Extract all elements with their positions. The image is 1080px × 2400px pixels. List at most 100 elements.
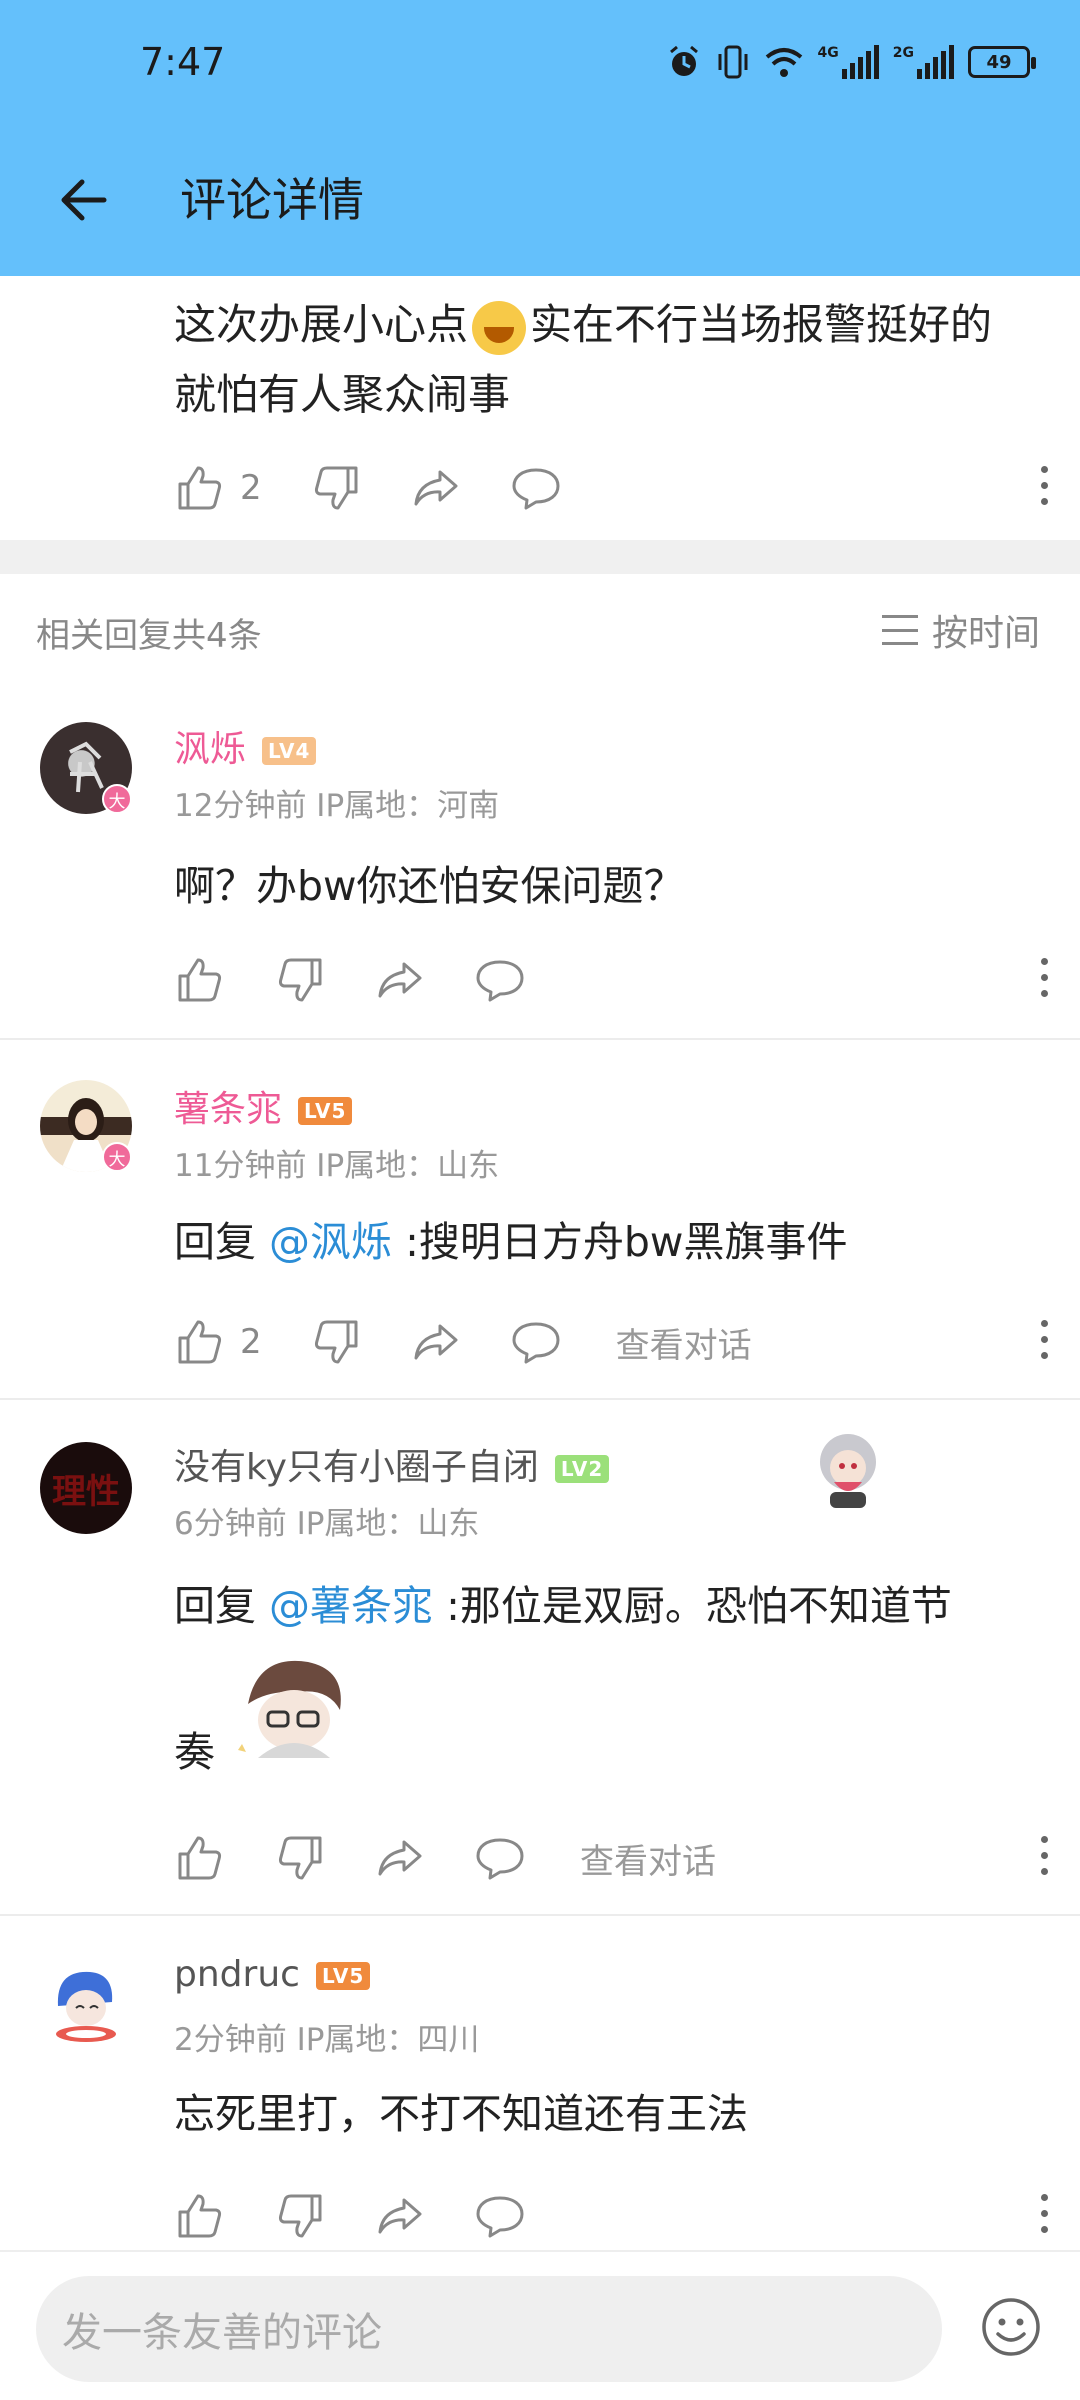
reply-text: 啊？办bw你还怕安保问题？: [174, 862, 685, 910]
reply-body-text-2: 奏: [174, 1728, 215, 1776]
vibrate-icon: [718, 45, 748, 79]
reply-body-text: :搜明日方舟bw黑旗事件: [392, 1218, 848, 1266]
like-icon: [178, 2194, 222, 2238]
reply-username[interactable]: 沨烁 LV4: [174, 720, 317, 772]
reply-item: 大 沨烁 LV4 12分钟前 IP属地：河南 啊？办bw你还怕安保问题？: [0, 686, 1080, 1040]
main-comment-text: 这次办展小心点 实在不行当场报警挺好的 就怕有人聚众闹事: [174, 290, 1044, 430]
comment-button[interactable]: [474, 1832, 526, 1884]
more-icon[interactable]: [1034, 1836, 1054, 1880]
more-icon[interactable]: [1034, 958, 1054, 1002]
sort-button[interactable]: 按时间: [881, 604, 1040, 656]
dislike-icon: [314, 466, 358, 510]
reply-count: 相关回复共4条: [36, 616, 262, 656]
like-button[interactable]: [174, 1832, 226, 1884]
like-icon: [178, 1320, 222, 1364]
app-bar: 评论详情: [0, 128, 1080, 276]
comment-icon: [512, 1322, 560, 1364]
reply-text: 回复 @薯条宨 :那位是双厨。恐怕不知道节: [174, 1568, 1044, 1644]
reply-item: pndruc LV5 2分钟前 IP属地：四川 忘死里打，不打不知道还有王法: [0, 1916, 1080, 2250]
dislike-button[interactable]: [274, 954, 326, 1006]
reply-username[interactable]: pndruc LV5: [174, 1954, 371, 1995]
avatar-text: 理性: [52, 1471, 120, 1512]
sort-label: 按时间: [931, 613, 1040, 654]
comment-icon: [512, 468, 560, 510]
back-arrow-icon[interactable]: [54, 170, 114, 230]
dislike-button[interactable]: [310, 1316, 362, 1368]
more-icon[interactable]: [1034, 466, 1054, 510]
share-icon: [378, 962, 422, 998]
mention-link[interactable]: @薯条宨: [269, 1582, 433, 1630]
avatar[interactable]: 理性: [40, 1442, 132, 1534]
reply-item: 大 薯条宨 LV5 11分钟前 IP属地：山东 回复 @沨烁 :搜明日方舟bw黑旗…: [0, 1040, 1080, 1400]
comment-icon: [476, 960, 524, 1002]
reply-item: 理性 没有ky只有小圈子自闭 LV2 6分钟前 IP属地：山东 回复 @薯条宨 :…: [0, 1400, 1080, 1916]
comment-input[interactable]: 发一条友善的评论: [36, 2276, 942, 2382]
level-badge: LV4: [262, 737, 317, 765]
dislike-button[interactable]: [310, 462, 362, 514]
dislike-icon: [278, 1836, 322, 1880]
level-badge: LV5: [315, 1962, 371, 1990]
like-button[interactable]: 2: [174, 1316, 262, 1368]
like-count: 2: [240, 468, 262, 508]
username-text: 没有ky只有小圈子自闭: [174, 1447, 539, 1488]
like-button[interactable]: 2: [174, 462, 262, 514]
alarm-icon: [669, 45, 698, 76]
battery-icon: 49: [968, 46, 1036, 78]
view-conversation-link[interactable]: 查看对话: [616, 1318, 752, 1367]
mention-link[interactable]: @沨烁: [269, 1218, 392, 1266]
signal-2g-icon: 2G: [893, 45, 954, 79]
sort-icon: [881, 615, 918, 645]
more-icon[interactable]: [1034, 2194, 1054, 2238]
pendant-sticker-icon: [820, 1434, 876, 1508]
sticker-emoji-icon: [238, 1660, 341, 1758]
like-button[interactable]: [174, 954, 226, 1006]
signal-4g-icon: 4G: [818, 45, 879, 79]
view-conversation-link[interactable]: 查看对话: [580, 1834, 716, 1883]
reply-meta: 12分钟前 IP属地：河南: [174, 788, 500, 824]
wifi-icon: [765, 48, 802, 77]
like-icon: [178, 1836, 222, 1880]
share-icon: [414, 1324, 458, 1360]
username-text: 薯条宨: [174, 1089, 283, 1130]
comment-icon: [476, 2196, 524, 2238]
share-button[interactable]: [374, 2190, 426, 2242]
dislike-icon: [278, 958, 322, 1002]
dislike-button[interactable]: [274, 2190, 326, 2242]
share-button[interactable]: [410, 1316, 462, 1368]
battery-level: 49: [986, 51, 1012, 73]
reply-actions: [174, 2186, 1054, 2246]
more-icon[interactable]: [1034, 1320, 1054, 1364]
net-type-2: 2G: [892, 45, 914, 61]
reply-username[interactable]: 没有ky只有小圈子自闭 LV2: [174, 1438, 610, 1490]
dislike-icon: [314, 1320, 358, 1364]
comment-button[interactable]: [510, 462, 562, 514]
share-icon: [378, 1840, 422, 1876]
avatar[interactable]: [40, 1956, 132, 2048]
reply-prefix: 回复: [174, 1218, 270, 1266]
comment-button[interactable]: [474, 954, 526, 1006]
emoji-icon[interactable]: [980, 2296, 1042, 2358]
net-type-1: 4G: [817, 45, 839, 61]
reply-text: 回复 @沨烁 :搜明日方舟bw黑旗事件: [174, 1204, 1044, 1280]
status-time: 7:47: [140, 40, 226, 84]
reply-actions: 2 查看对话: [174, 1312, 1054, 1372]
level-badge: LV2: [554, 1455, 610, 1483]
dislike-button[interactable]: [274, 1832, 326, 1884]
username-text: 沨烁: [174, 729, 247, 770]
like-button[interactable]: [174, 2190, 226, 2242]
share-button[interactable]: [374, 954, 426, 1006]
reply-username[interactable]: 薯条宨 LV5: [174, 1080, 353, 1132]
status-bar: 7:47 4G 2G 49: [0, 0, 1080, 128]
share-button[interactable]: [410, 462, 462, 514]
comment-button[interactable]: [474, 2190, 526, 2242]
share-icon: [378, 2198, 422, 2234]
reply-meta: 2分钟前 IP属地：四川: [174, 2022, 480, 2058]
reply-actions: [174, 950, 1054, 1010]
reply-text: 忘死里打，不打不知道还有王法: [174, 2090, 748, 2138]
main-comment-text-part1: 这次办展小心点: [174, 300, 469, 349]
reply-prefix: 回复: [174, 1582, 270, 1630]
share-button[interactable]: [374, 1832, 426, 1884]
reply-body-text: :那位是双厨。恐怕不知道节: [433, 1582, 952, 1630]
comment-button[interactable]: [510, 1316, 562, 1368]
avatar-badge: 大: [102, 1142, 132, 1172]
